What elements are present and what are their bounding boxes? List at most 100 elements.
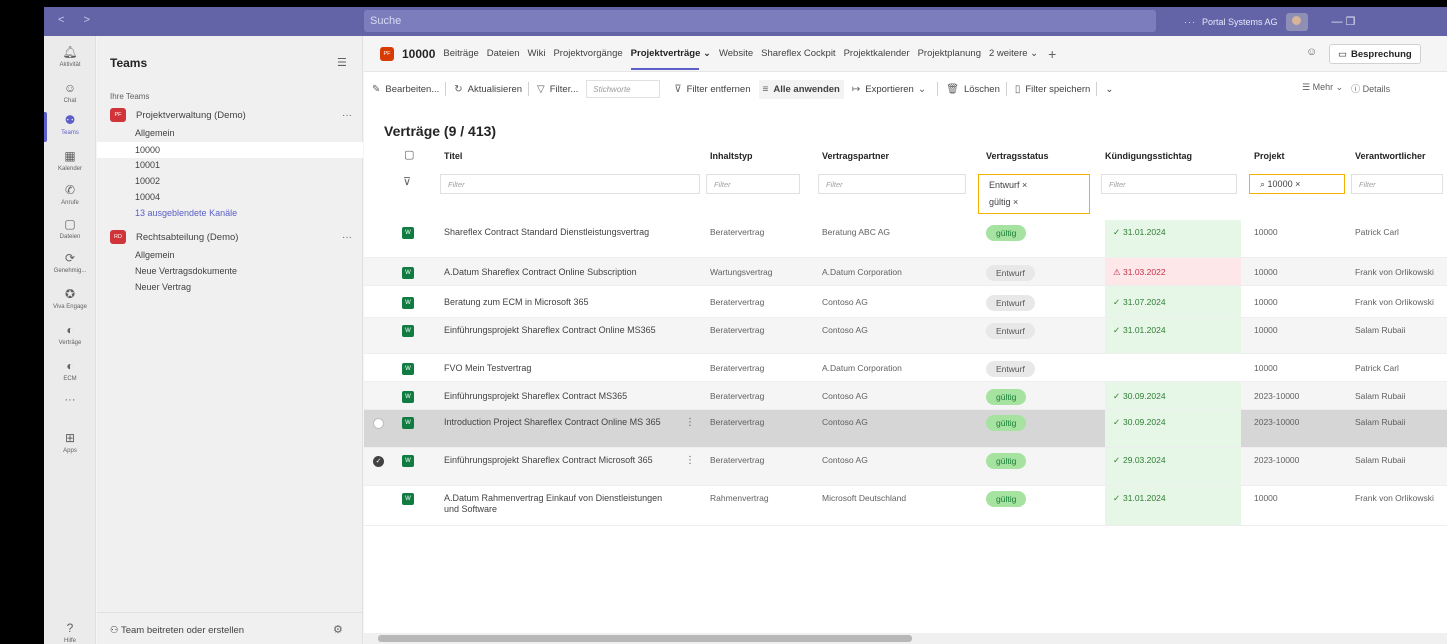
row-title[interactable]: A.Datum Rahmenvertrag Einkauf von Dienst… [444, 493, 678, 515]
apply-all-button[interactable]: ≡ Alle anwenden [758, 79, 844, 99]
edit-button[interactable]: ✎ Bearbeiten... [372, 84, 439, 95]
filter-icon[interactable]: ☰ [337, 56, 347, 69]
tab-wiki[interactable]: Wiki [528, 48, 546, 59]
filter-input-vertragspartner[interactable]: Filter [818, 174, 966, 194]
gear-icon[interactable]: ⚙ [333, 623, 343, 636]
column-header-kündigungsstichtag[interactable]: Kündigungsstichtag [1105, 151, 1192, 161]
more-icon[interactable]: ··· [342, 232, 352, 243]
rail-item-ecm[interactable]: ◐ ECM [44, 358, 96, 382]
nav-arrows[interactable]: < > [58, 14, 98, 26]
status-filter-box[interactable]: Entwurf × gültig × [978, 174, 1090, 214]
tab-projektvorgänge[interactable]: Projektvorgänge [553, 48, 622, 59]
rail-item-dateien[interactable]: ▢ Dateien [44, 216, 96, 240]
hidden-channels-link[interactable]: 13 ausgeblendete Kanäle [135, 208, 237, 218]
scrollbar-thumb[interactable] [378, 635, 912, 642]
rail-item-teams[interactable]: ⚉ Teams [44, 112, 96, 142]
export-button[interactable]: ↦ Exportieren ⌄ [852, 84, 931, 95]
team-item[interactable]: PF Projektverwaltung (Demo) ··· [110, 108, 360, 122]
filter-input-titel[interactable]: Filter [440, 174, 700, 194]
more-vertical-icon[interactable]: ⋮ [685, 455, 695, 466]
search-input[interactable]: Suche [364, 10, 1156, 32]
column-header-vertragspartner[interactable]: Vertragspartner [822, 151, 889, 161]
column-header-verantwortlicher[interactable]: Verantwortlicher [1355, 151, 1426, 161]
column-header-inhaltstyp[interactable]: Inhaltstyp [710, 151, 753, 161]
status-filter-chip[interactable]: gültig × [989, 197, 1018, 207]
tab-shareflex-cockpit[interactable]: Shareflex Cockpit [761, 48, 835, 59]
status-filter-chip[interactable]: Entwurf × [989, 180, 1027, 190]
rail-item-viva-engage[interactable]: ✪ Viva Engage [44, 286, 96, 310]
rail-item-verträge[interactable]: ◐ Verträge [44, 322, 96, 346]
save-filter-button[interactable]: ▯ Filter speichern [1015, 84, 1090, 95]
chat-icon[interactable]: ☺ [1306, 46, 1317, 58]
row-title[interactable]: Beratung zum ECM in Microsoft 365 [444, 297, 678, 308]
channel-10001[interactable]: 10001 [135, 160, 160, 170]
more-icon[interactable]: ··· [1184, 17, 1196, 27]
table-row[interactable]: ✓ W Einführungsprojekt Shareflex Contract … [364, 448, 1447, 486]
avatar[interactable] [1285, 12, 1308, 31]
channel-allgemein[interactable]: Allgemein [135, 128, 175, 138]
filter-input-inhaltstyp[interactable]: Filter [706, 174, 800, 194]
table-row[interactable]: W Einführungsprojekt Shareflex Contract M… [364, 382, 1447, 410]
channel-neuer-vertrag[interactable]: Neuer Vertrag [135, 282, 191, 292]
filter-button[interactable]: ▽ Filter... [537, 84, 578, 95]
join-team-button[interactable]: ⚇ Team beitreten oder erstellen [110, 625, 244, 636]
team-item[interactable]: RD Rechtsabteilung (Demo) ··· [110, 230, 360, 244]
row-title[interactable]: A.Datum Shareflex Contract Online Subscr… [444, 267, 678, 278]
filter-clear-icon[interactable]: ⊽ [403, 175, 411, 188]
project-filter-box[interactable]: ⌕ 10000 × [1249, 174, 1345, 194]
tab-beiträge[interactable]: Beiträge [443, 48, 478, 59]
more-icon[interactable]: ··· [342, 110, 352, 121]
row-title[interactable]: Shareflex Contract Standard Dienstleistu… [444, 227, 678, 238]
delete-button[interactable]: 🗑 Löschen [946, 84, 1000, 95]
more-vertical-icon[interactable]: ⋮ [685, 417, 695, 428]
channel-10004[interactable]: 10004 [135, 192, 160, 202]
channel-10002[interactable]: 10002 [135, 176, 160, 186]
table-row[interactable]: W Beratung zum ECM in Microsoft 365 Berate… [364, 286, 1447, 318]
row-checkbox[interactable] [373, 418, 384, 429]
rail-item--[interactable]: ··· [44, 392, 96, 406]
row-title[interactable]: Einführungsprojekt Shareflex Contract Mi… [444, 455, 678, 466]
column-header-vertragsstatus[interactable]: Vertragsstatus [986, 151, 1049, 161]
table-row[interactable]: W FVO Mein Testvertrag Beratervertrag A.Dat… [364, 354, 1447, 382]
keyword-input[interactable]: Stichworte [586, 80, 661, 98]
row-title[interactable]: Einführungsprojekt Shareflex Contract MS… [444, 391, 678, 402]
filter-input-kündigungsstichtag[interactable]: Filter [1101, 174, 1237, 194]
details-button[interactable]: ⓘ Details [1351, 82, 1390, 95]
row-title[interactable]: FVO Mein Testvertrag [444, 363, 678, 374]
rail-item-aktivität[interactable]: 🔔︎ Aktivität [44, 44, 96, 68]
rail-item-anrufe[interactable]: ✆ Anrufe [44, 182, 96, 206]
rail-item-kalender[interactable]: ▦ Kalender [44, 148, 96, 172]
chevron-down-icon[interactable]: ⌄ [1105, 84, 1113, 95]
tab-website[interactable]: Website [719, 48, 753, 59]
table-row[interactable]: W Einführungsprojekt Shareflex Contract O… [364, 318, 1447, 354]
row-title[interactable]: Einführungsprojekt Shareflex Contract On… [444, 325, 678, 336]
window-controls[interactable]: — ❐ [1332, 15, 1356, 28]
tab-projektplanung[interactable]: Projektplanung [918, 48, 981, 59]
meeting-button[interactable]: ▭ Besprechung [1329, 44, 1421, 64]
tab-projektverträge[interactable]: Projektverträge ⌄ [630, 48, 711, 70]
row-checkbox-checked[interactable]: ✓ [373, 456, 384, 467]
add-tab-icon[interactable]: + [1048, 46, 1056, 62]
channel-10000[interactable]: 10000 [97, 142, 363, 158]
remove-filter-button[interactable]: ⊽ Filter entfernen [674, 84, 750, 95]
channel-neue-vertragsdokumente[interactable]: Neue Vertragsdokumente [135, 266, 237, 276]
table-row[interactable]: W Shareflex Contract Standard Dienstleist… [364, 220, 1447, 258]
table-row[interactable]: W A.Datum Rahmenvertrag Einkauf von Diens… [364, 486, 1447, 526]
rail-item-apps[interactable]: ⊞ Apps [44, 430, 96, 454]
rail-item-chat[interactable]: ☺ Chat [44, 80, 96, 104]
table-row[interactable]: W Introduction Project Shareflex Contract… [364, 410, 1447, 448]
rail-item-genehmig-[interactable]: ⟳ Genehmig... [44, 250, 96, 274]
table-row[interactable]: W A.Datum Shareflex Contract Online Subsc… [364, 258, 1447, 286]
refresh-button[interactable]: ↻ Aktualisieren [454, 84, 522, 95]
tab-dateien[interactable]: Dateien [487, 48, 520, 59]
filter-input-verantwortlicher[interactable]: Filter [1351, 174, 1443, 194]
row-title[interactable]: Introduction Project Shareflex Contract … [444, 417, 678, 428]
tab-2-weitere[interactable]: 2 weitere ⌄ [989, 48, 1038, 59]
tab-projektkalender[interactable]: Projektkalender [844, 48, 910, 59]
horizontal-scrollbar[interactable] [364, 633, 1447, 644]
rail-item-hilfe[interactable]: ? Hilfe [44, 620, 96, 644]
column-header-projekt[interactable]: Projekt [1254, 151, 1285, 161]
more-button[interactable]: ☰ Mehr ⌄ [1302, 82, 1343, 95]
column-header-titel[interactable]: Titel [444, 151, 462, 161]
channel-allgemein[interactable]: Allgemein [135, 250, 175, 260]
